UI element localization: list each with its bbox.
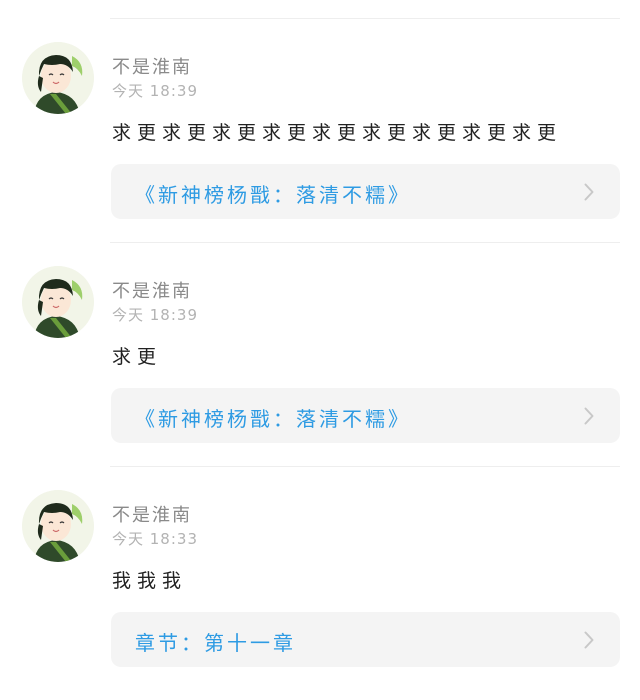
chapter-link-card[interactable]: 章节：第十一章 (111, 612, 620, 667)
comment-item: 不是淮南 今天 18:33 我我我 章节：第十一章 (0, 490, 640, 700)
username[interactable]: 不是淮南 (112, 501, 192, 527)
book-link-card[interactable]: 《新神榜杨戬：落清不糯》 (111, 164, 620, 219)
chevron-right-icon (584, 183, 594, 201)
avatar[interactable] (22, 490, 94, 562)
comment-item: 不是淮南 今天 18:39 求更求更求更求更求更求更求更求更求更 《新神榜杨戬：… (0, 42, 640, 252)
avatar[interactable] (22, 42, 94, 114)
comment-text: 我我我 (112, 570, 188, 592)
username[interactable]: 不是淮南 (112, 277, 192, 303)
book-link-card[interactable]: 《新神榜杨戬：落清不糯》 (111, 388, 620, 443)
chevron-right-icon (584, 407, 594, 425)
book-link-label: 《新神榜杨戬：落清不糯》 (135, 407, 411, 431)
timestamp: 今天 18:39 (112, 306, 198, 324)
comment-text: 求更 (112, 346, 163, 368)
comment-text: 求更求更求更求更求更求更求更求更求更 (112, 122, 563, 144)
comment-divider (110, 242, 620, 243)
top-divider (110, 18, 620, 19)
username[interactable]: 不是淮南 (112, 53, 192, 79)
timestamp: 今天 18:33 (112, 530, 198, 548)
chapter-link-label: 章节：第十一章 (135, 631, 296, 655)
chevron-right-icon (584, 631, 594, 649)
book-link-label: 《新神榜杨戬：落清不糯》 (135, 183, 411, 207)
avatar[interactable] (22, 266, 94, 338)
timestamp: 今天 18:39 (112, 82, 198, 100)
comment-item: 不是淮南 今天 18:39 求更 《新神榜杨戬：落清不糯》 (0, 266, 640, 476)
comment-divider (110, 466, 620, 467)
